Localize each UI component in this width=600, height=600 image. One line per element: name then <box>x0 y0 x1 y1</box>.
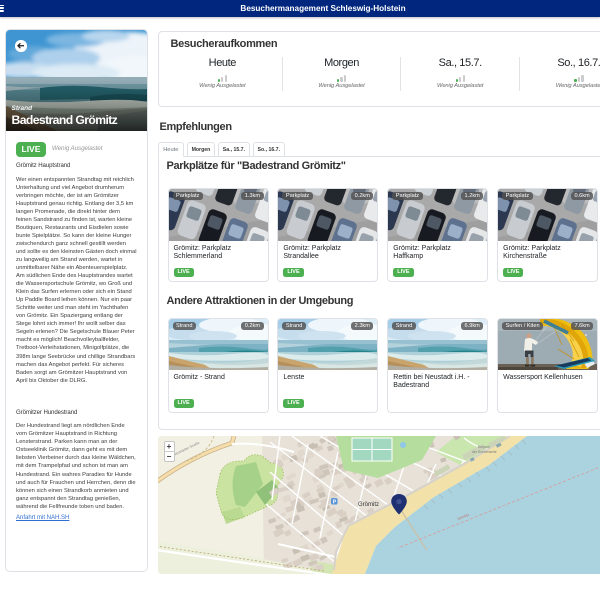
svg-text:Kurpark: Kurpark <box>478 445 490 449</box>
svg-text:Grömitz: Grömitz <box>358 502 379 508</box>
svg-text:der Sonnenseite: der Sonnenseite <box>472 450 497 454</box>
